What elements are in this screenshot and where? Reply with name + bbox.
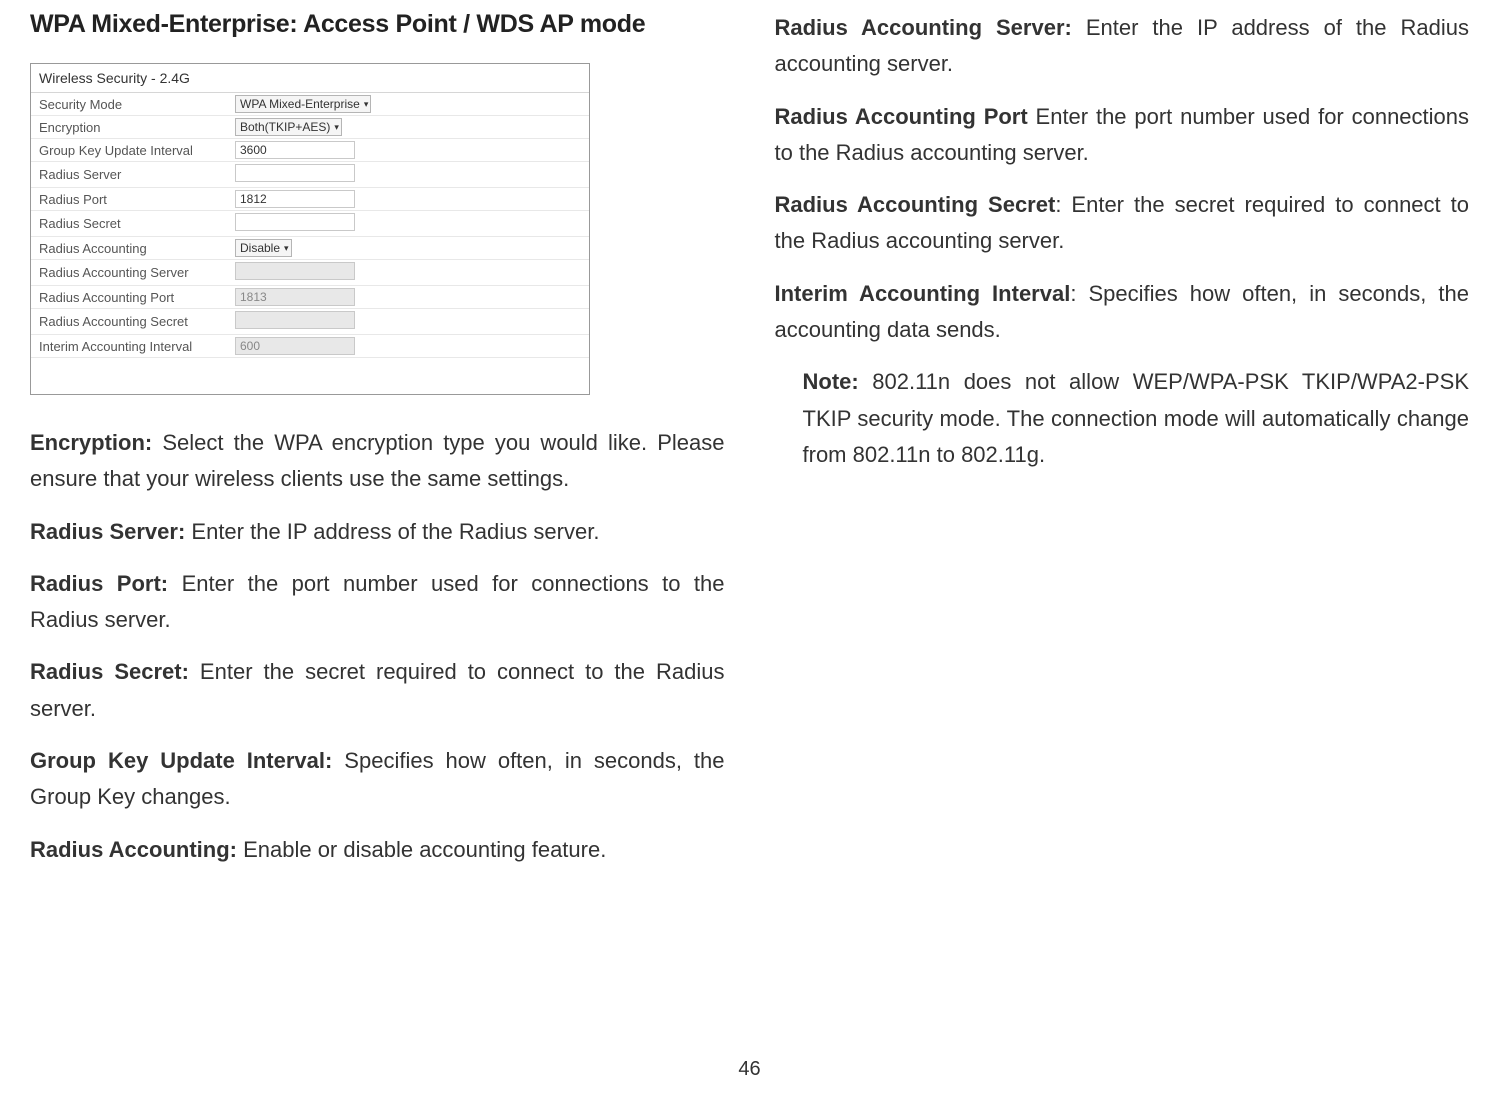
para-encryption: Encryption: Select the WPA encryption ty… [30,425,725,498]
term-radius-port: Radius Port: [30,571,168,596]
para-radius-server: Radius Server: Enter the IP address of t… [30,514,725,550]
row-radius-accounting-secret: Radius Accounting Secret [31,309,589,335]
note-block: Note: 802.11n does not allow WEP/WPA-PSK… [775,364,1470,473]
para-interim-accounting-interval: Interim Accounting Interval: Specifies h… [775,276,1470,349]
row-group-key-interval: Group Key Update Interval 3600 [31,139,589,162]
term-radius-accounting-port: Radius Accounting Port [775,104,1028,129]
row-radius-accounting-server: Radius Accounting Server [31,260,589,286]
input-group-key-interval[interactable]: 3600 [235,141,355,159]
row-radius-port: Radius Port 1812 [31,188,589,211]
left-column: WPA Mixed-Enterprise: Access Point / WDS… [30,10,725,884]
para-radius-accounting: Radius Accounting: Enable or disable acc… [30,832,725,868]
term-note: Note: [803,369,859,394]
select-radius-accounting[interactable]: Disable ▾ [235,239,292,257]
term-radius-accounting: Radius Accounting: [30,837,237,862]
page-number: 46 [0,1058,1499,1081]
label-group-key-interval: Group Key Update Interval [31,140,231,161]
term-radius-secret: Radius Secret: [30,659,189,684]
para-radius-port: Radius Port: Enter the port number used … [30,566,725,639]
label-radius-accounting-server: Radius Accounting Server [31,262,231,283]
term-radius-accounting-server: Radius Accounting Server: [775,15,1072,40]
term-group-key-interval: Group Key Update Interval: [30,748,332,773]
label-radius-secret: Radius Secret [31,213,231,234]
input-radius-accounting-server[interactable] [235,262,355,280]
input-radius-server[interactable] [235,164,355,182]
chevron-down-icon: ▾ [284,244,289,253]
input-radius-port[interactable]: 1812 [235,190,355,208]
input-radius-secret[interactable] [235,213,355,231]
page-heading: WPA Mixed-Enterprise: Access Point / WDS… [30,10,725,39]
term-interim-accounting-interval: Interim Accounting Interval [775,281,1071,306]
term-encryption: Encryption: [30,430,152,455]
row-encryption: Encryption Both(TKIP+AES) ▾ [31,116,589,139]
para-radius-accounting-secret: Radius Accounting Secret: Enter the secr… [775,187,1470,260]
para-group-key-interval: Group Key Update Interval: Specifies how… [30,743,725,816]
row-radius-server: Radius Server [31,162,589,188]
chevron-down-icon: ▾ [364,100,369,109]
input-radius-accounting-port[interactable]: 1813 [235,288,355,306]
label-radius-port: Radius Port [31,189,231,210]
chevron-down-icon: ▾ [334,123,339,132]
term-radius-server: Radius Server: [30,519,185,544]
row-interim-accounting-interval: Interim Accounting Interval 600 [31,335,589,358]
label-radius-accounting-secret: Radius Accounting Secret [31,311,231,332]
input-radius-accounting-secret[interactable] [235,311,355,329]
input-interim-accounting-interval[interactable]: 600 [235,337,355,355]
label-radius-accounting: Radius Accounting [31,238,231,259]
select-encryption[interactable]: Both(TKIP+AES) ▾ [235,118,342,136]
para-radius-accounting-port: Radius Accounting Port Enter the port nu… [775,99,1470,172]
select-security-mode[interactable]: WPA Mixed-Enterprise ▾ [235,95,371,113]
page-content: WPA Mixed-Enterprise: Access Point / WDS… [0,0,1499,884]
label-interim-accounting-interval: Interim Accounting Interval [31,336,231,357]
right-column: Radius Accounting Server: Enter the IP a… [775,10,1470,884]
row-radius-accounting: Radius Accounting Disable ▾ [31,237,589,260]
label-radius-accounting-port: Radius Accounting Port [31,287,231,308]
row-radius-accounting-port: Radius Accounting Port 1813 [31,286,589,309]
label-security-mode: Security Mode [31,94,231,115]
para-radius-secret: Radius Secret: Enter the secret required… [30,654,725,727]
panel-title: Wireless Security - 2.4G [31,64,589,93]
row-radius-secret: Radius Secret [31,211,589,237]
wireless-security-panel: Wireless Security - 2.4G Security Mode W… [30,63,590,395]
para-radius-accounting-server: Radius Accounting Server: Enter the IP a… [775,10,1470,83]
label-radius-server: Radius Server [31,164,231,185]
label-encryption: Encryption [31,117,231,138]
row-security-mode: Security Mode WPA Mixed-Enterprise ▾ [31,93,589,116]
para-note: Note: 802.11n does not allow WEP/WPA-PSK… [803,364,1470,473]
term-radius-accounting-secret: Radius Accounting Secret [775,192,1056,217]
